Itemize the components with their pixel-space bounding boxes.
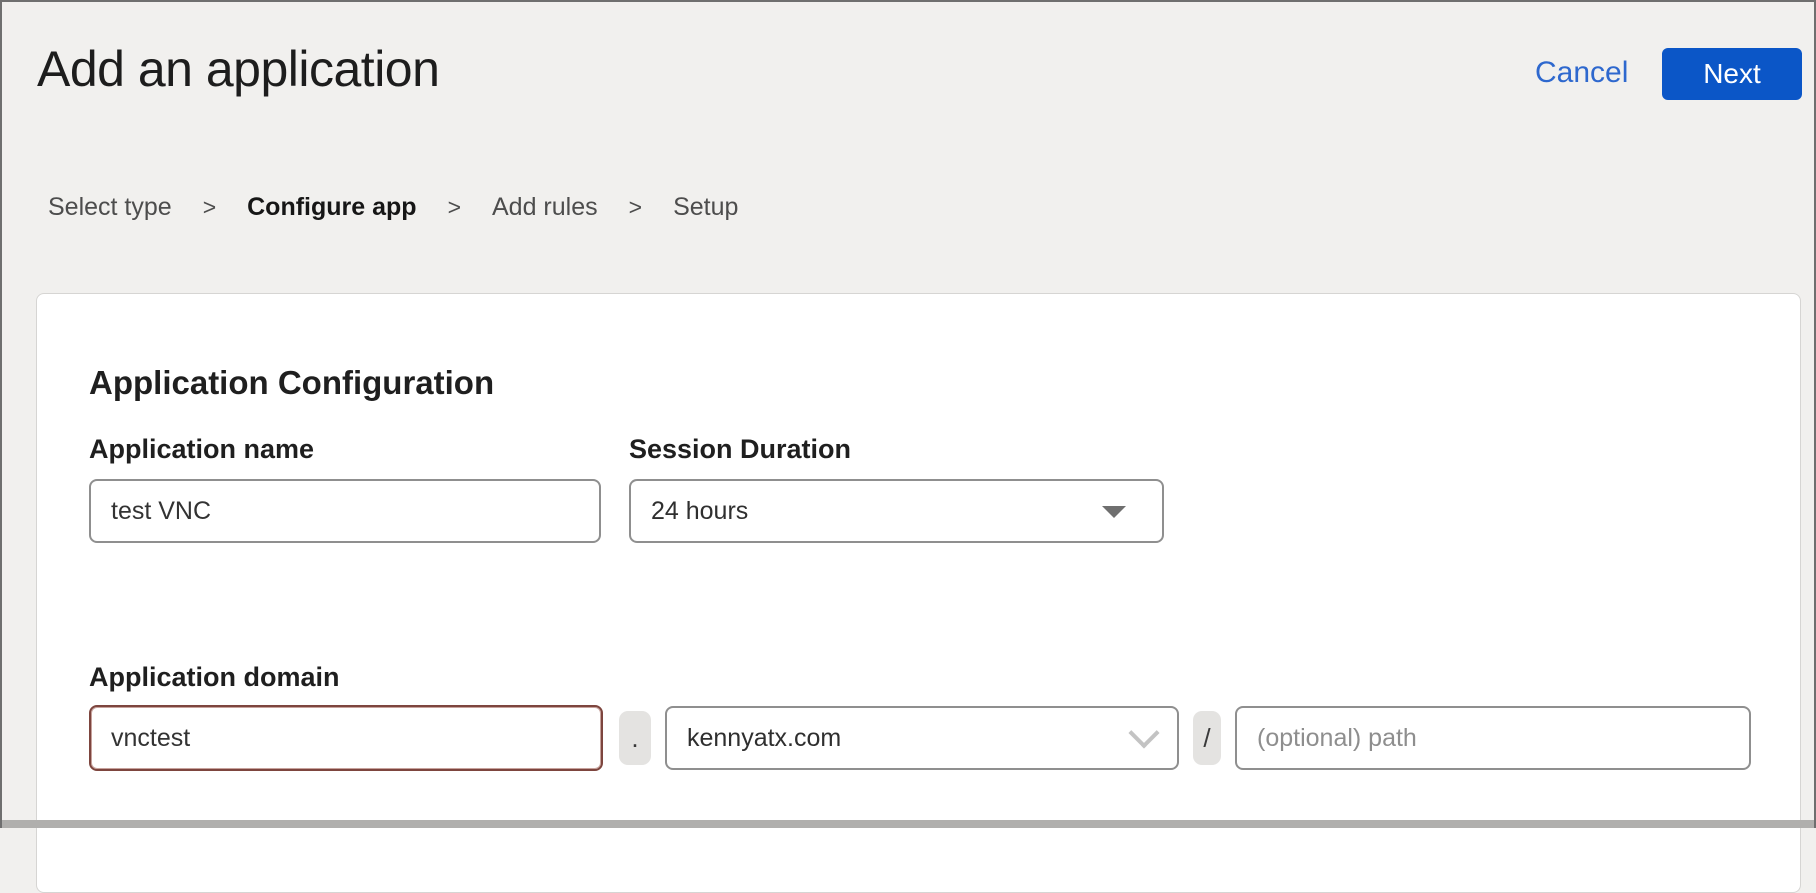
breadcrumb-step-setup[interactable]: Setup — [673, 193, 738, 222]
application-name-input[interactable] — [89, 479, 601, 543]
breadcrumb: Select type > Configure app > Add rules … — [48, 193, 738, 222]
domain-select[interactable]: kennyatx.com — [665, 706, 1179, 770]
session-duration-label: Session Duration — [629, 434, 851, 465]
application-name-label: Application name — [89, 434, 314, 465]
path-input[interactable] — [1235, 706, 1751, 770]
breadcrumb-step-add-rules[interactable]: Add rules — [492, 193, 598, 222]
next-button[interactable]: Next — [1662, 48, 1802, 100]
dot-separator: . — [619, 711, 651, 765]
slash-separator: / — [1193, 711, 1221, 765]
page-title: Add an application — [37, 40, 439, 98]
domain-select-value: kennyatx.com — [687, 724, 841, 753]
breadcrumb-step-select-type[interactable]: Select type — [48, 193, 172, 222]
breadcrumb-separator-icon: > — [629, 194, 642, 221]
application-domain-label: Application domain — [89, 662, 340, 693]
application-configuration-card: Application Configuration Application na… — [36, 293, 1801, 893]
session-duration-select[interactable]: 24 hours — [629, 479, 1164, 543]
cancel-button[interactable]: Cancel — [1535, 56, 1628, 90]
breadcrumb-separator-icon: > — [448, 194, 461, 221]
breadcrumb-step-configure-app[interactable]: Configure app — [247, 193, 416, 222]
subdomain-input[interactable] — [89, 705, 603, 771]
breadcrumb-separator-icon: > — [203, 194, 216, 221]
section-title: Application Configuration — [89, 364, 494, 402]
dropdown-caret-icon — [1102, 506, 1126, 518]
window-bottom-edge — [0, 820, 1816, 828]
chevron-down-icon — [1128, 717, 1159, 748]
session-duration-value: 24 hours — [651, 497, 748, 526]
